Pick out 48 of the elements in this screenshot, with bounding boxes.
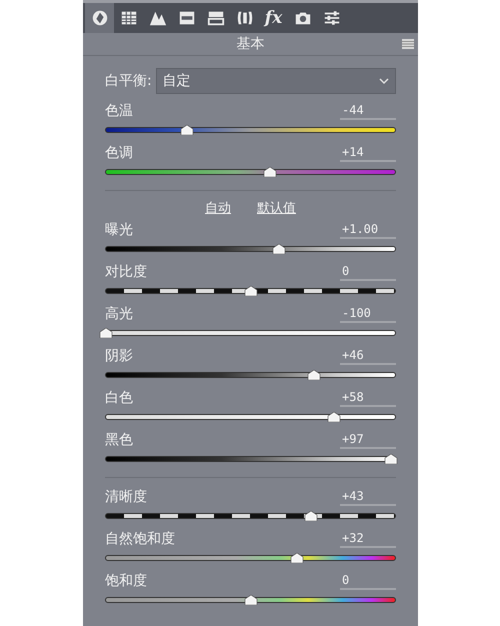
slider-thumb[interactable] — [290, 553, 304, 563]
slider-thumb[interactable] — [384, 454, 398, 464]
slider-thumb[interactable] — [99, 328, 113, 338]
slider-label: 白色 — [105, 389, 133, 407]
sliders-icon — [322, 9, 340, 27]
value-field[interactable]: -44 — [340, 103, 396, 120]
chevron-icon — [379, 77, 389, 85]
split-toning-icon — [178, 9, 196, 27]
slider-label: 高光 — [105, 305, 133, 323]
slider-thumb[interactable] — [244, 595, 258, 605]
slider-label: 黑色 — [105, 431, 133, 449]
aperture-icon — [90, 9, 108, 27]
slider-thumb[interactable] — [180, 125, 194, 135]
value-field[interactable]: +32 — [340, 531, 396, 548]
panel-tab[interactable]: fx — [259, 3, 288, 33]
value-field[interactable]: +97 — [340, 432, 396, 449]
slider-label: 清晰度 — [105, 488, 147, 506]
slider-thumb[interactable] — [262, 167, 277, 177]
slider-label: 阴影 — [105, 347, 133, 365]
mountains-icon — [148, 9, 166, 27]
lens-icon — [236, 9, 254, 27]
value-field[interactable]: 0 — [340, 573, 396, 590]
slider-label: 曝光 — [105, 221, 133, 239]
slider-label: 对比度 — [105, 263, 147, 281]
slider-thumb[interactable] — [327, 412, 342, 422]
panel-link[interactable]: 自动 — [205, 199, 231, 217]
balance-label: 白平衡: — [105, 72, 152, 90]
value-field[interactable]: +58 — [340, 390, 396, 407]
slider-label: 饱和度 — [105, 572, 147, 590]
slider-thumb[interactable] — [272, 244, 286, 254]
panel-tab[interactable] — [85, 3, 114, 33]
value-field[interactable]: +1.00 — [340, 222, 396, 239]
grid-icon — [120, 9, 138, 27]
balance-dropdown[interactable]: 自定 — [156, 68, 396, 94]
value-field[interactable]: 0 — [340, 264, 396, 281]
panel-link[interactable]: 默认值 — [257, 199, 296, 217]
value-field[interactable]: +43 — [340, 489, 396, 506]
panel-title: 基本 — [236, 35, 264, 53]
slider-label: 色调 — [105, 144, 133, 162]
slider-label: 自然饱和度 — [105, 530, 175, 548]
value-field[interactable]: +14 — [340, 145, 396, 162]
slider-thumb[interactable] — [307, 370, 322, 380]
bars-icon — [206, 9, 224, 27]
value-field[interactable]: +46 — [340, 348, 396, 365]
slider-thumb[interactable] — [244, 286, 258, 296]
slider-label: 色温 — [105, 102, 133, 120]
value-field[interactable]: -100 — [340, 306, 396, 323]
slider-thumb[interactable] — [304, 511, 318, 521]
